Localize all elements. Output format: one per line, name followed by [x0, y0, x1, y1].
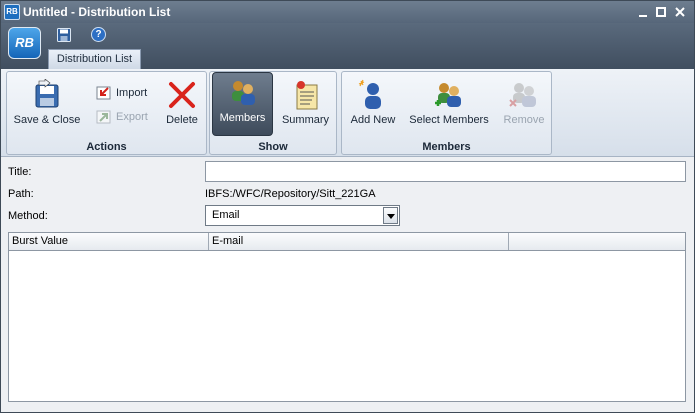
- show-group: Members Summary Show: [209, 71, 337, 155]
- quick-access-bar: RB ? Distribution List: [1, 23, 694, 69]
- import-button[interactable]: Import: [96, 84, 147, 102]
- import-icon: [96, 86, 111, 100]
- select-members-icon: [435, 83, 461, 107]
- remove-member-icon: [509, 83, 536, 107]
- column-header-email[interactable]: E-mail: [209, 233, 509, 250]
- distribution-list-form: Title: Path: IBFS:/WFC/Repository/Sitt_2…: [1, 157, 694, 412]
- tab-distribution-list[interactable]: Distribution List: [48, 49, 141, 69]
- summary-icon: [296, 81, 317, 110]
- application-menu-button[interactable]: RB: [8, 27, 41, 59]
- method-label: Method:: [8, 210, 48, 222]
- add-new-button[interactable]: Add New: [346, 75, 400, 133]
- minimize-button[interactable]: [634, 3, 652, 21]
- path-value: IBFS:/WFC/Repository/Sitt_221GA: [205, 188, 376, 200]
- show-group-label: Show: [258, 141, 288, 153]
- export-icon: [96, 110, 111, 124]
- members-group-label: Members: [422, 141, 471, 153]
- path-label: Path:: [8, 188, 34, 200]
- select-members-button[interactable]: Select Members: [408, 75, 490, 133]
- delete-button[interactable]: Delete: [161, 75, 203, 133]
- app-logo-icon: RB: [4, 4, 20, 20]
- actions-group: Save & Close Import Export Delete Action…: [6, 71, 207, 155]
- method-selected-value: Email: [212, 209, 240, 221]
- window-title: Untitled - Distribution List: [23, 5, 171, 19]
- summary-button[interactable]: Summary: [278, 75, 333, 133]
- members-view-button[interactable]: Members: [212, 72, 273, 136]
- maximize-button[interactable]: [652, 3, 670, 21]
- help-icon[interactable]: ?: [91, 27, 106, 42]
- actions-group-label: Actions: [86, 141, 127, 153]
- maximize-icon: [656, 7, 666, 17]
- title-label: Title:: [8, 166, 32, 178]
- column-header-filler: [509, 233, 685, 250]
- save-close-label: Save & Close: [13, 114, 81, 126]
- method-select[interactable]: Email: [205, 205, 400, 226]
- ribbon: Save & Close Import Export Delete Action…: [1, 69, 694, 157]
- close-button[interactable]: [671, 3, 689, 21]
- remove-member-button[interactable]: Remove: [500, 75, 548, 133]
- title-bar: RB Untitled - Distribution List: [1, 1, 694, 23]
- members-group: Add New Select Members Remove Members: [341, 71, 552, 155]
- save-close-icon: [35, 79, 59, 108]
- chevron-down-icon[interactable]: [383, 207, 398, 224]
- close-icon: [675, 7, 685, 17]
- add-new-member-icon: [358, 79, 381, 109]
- members-icon: [231, 81, 255, 105]
- grid-header: Burst Value E-mail: [9, 233, 685, 251]
- save-icon[interactable]: [57, 28, 71, 42]
- minimize-icon: [639, 15, 647, 17]
- save-close-button[interactable]: Save & Close: [12, 75, 82, 133]
- title-input[interactable]: [205, 161, 686, 182]
- export-button[interactable]: Export: [96, 108, 148, 126]
- column-header-burst-value[interactable]: Burst Value: [9, 233, 209, 250]
- members-grid[interactable]: Burst Value E-mail: [8, 232, 686, 402]
- delete-icon: [169, 82, 195, 108]
- distribution-list-window: RB Untitled - Distribution List RB ? Dis…: [0, 0, 695, 413]
